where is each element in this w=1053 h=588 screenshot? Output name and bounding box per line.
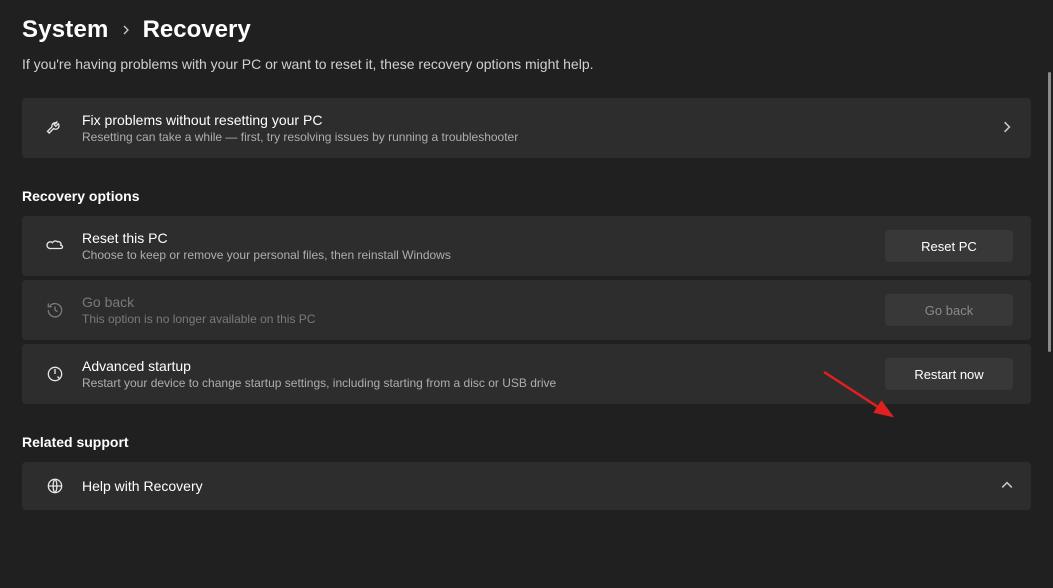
chevron-right-icon [121, 23, 131, 38]
breadcrumb: System Recovery [22, 16, 1031, 44]
restart-now-button[interactable]: Restart now [885, 358, 1013, 390]
help-recovery-title: Help with Recovery [82, 478, 989, 494]
advanced-startup-desc: Restart your device to change startup se… [82, 376, 873, 390]
chevron-right-icon [1001, 121, 1013, 136]
reset-pc-card: Reset this PC Choose to keep or remove y… [22, 216, 1031, 276]
fix-problems-desc: Resetting can take a while — first, try … [82, 130, 989, 144]
reset-pc-title: Reset this PC [82, 230, 873, 246]
help-recovery-card[interactable]: Help with Recovery [22, 462, 1031, 510]
reset-pc-desc: Choose to keep or remove your personal f… [82, 248, 873, 262]
chevron-up-icon [1001, 479, 1013, 494]
breadcrumb-current: Recovery [143, 16, 251, 44]
wrench-icon [40, 118, 70, 138]
scrollbar[interactable] [1048, 72, 1051, 352]
go-back-card: Go back This option is no longer availab… [22, 280, 1031, 340]
advanced-startup-title: Advanced startup [82, 358, 873, 374]
power-settings-icon [40, 364, 70, 384]
intro-text: If you're having problems with your PC o… [22, 56, 1031, 72]
recovery-options-heading: Recovery options [22, 188, 1031, 204]
go-back-button: Go back [885, 294, 1013, 326]
breadcrumb-parent[interactable]: System [22, 16, 109, 44]
globe-help-icon [40, 476, 70, 496]
go-back-title: Go back [82, 294, 873, 310]
history-icon [40, 300, 70, 320]
cloud-reset-icon [40, 236, 70, 256]
fix-problems-title: Fix problems without resetting your PC [82, 112, 989, 128]
go-back-desc: This option is no longer available on th… [82, 312, 873, 326]
reset-pc-button[interactable]: Reset PC [885, 230, 1013, 262]
advanced-startup-card: Advanced startup Restart your device to … [22, 344, 1031, 404]
related-support-heading: Related support [22, 434, 1031, 450]
fix-problems-card[interactable]: Fix problems without resetting your PC R… [22, 98, 1031, 158]
